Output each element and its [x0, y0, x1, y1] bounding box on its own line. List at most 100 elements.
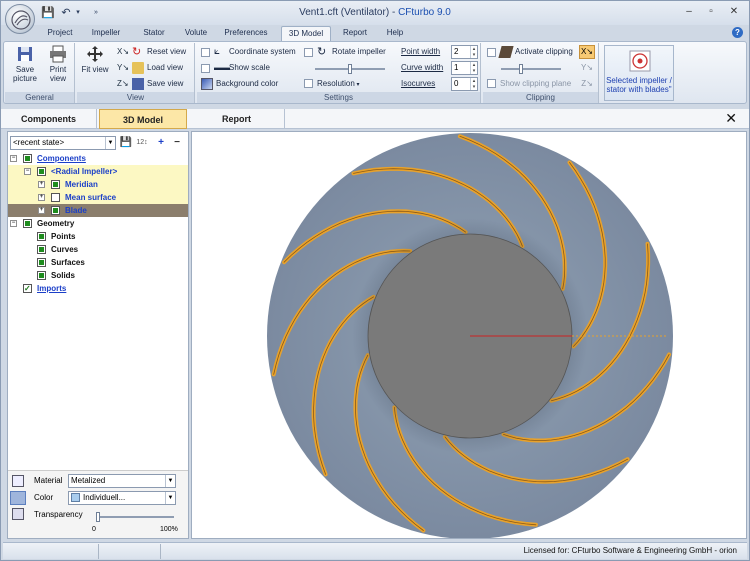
background-color-icon: [201, 78, 213, 90]
ribbon-tabs: Project Impeller Stator Volute Preferenc…: [1, 25, 749, 41]
minimize-button[interactable]: –: [681, 5, 697, 19]
tree-node[interactable]: Imports: [8, 282, 188, 295]
tree-node[interactable]: Curves: [8, 243, 188, 256]
tab-3d-model-view[interactable]: 3D Model: [99, 109, 187, 129]
expand-node-icon[interactable]: +: [38, 207, 45, 214]
tab-3d-model[interactable]: 3D Model: [281, 26, 331, 41]
tree-node-checkbox[interactable]: [37, 245, 46, 254]
resolution-checkbox[interactable]: [304, 79, 313, 89]
tree-node[interactable]: − <Radial Impeller>: [8, 165, 188, 178]
tree-node[interactable]: − Components: [8, 152, 188, 165]
show-scale-checkbox[interactable]: [201, 63, 210, 73]
activate-clipping-checkbox[interactable]: [487, 47, 496, 57]
group-settings: ⟀ Coordinate system ↻ Rotate impeller ▬▬Sh…: [197, 43, 481, 103]
background-color-button[interactable]: Background color: [201, 78, 278, 90]
folder-open-icon: [132, 62, 144, 74]
tree-node-checkbox[interactable]: [37, 167, 46, 176]
color-value: Individuell...: [83, 493, 126, 502]
material-label: Material: [34, 476, 63, 485]
view-tabs: Components 3D Model Report ✕: [1, 109, 749, 129]
tab-help[interactable]: Help: [377, 26, 413, 41]
expand-node-icon[interactable]: +: [38, 194, 45, 201]
show-scale-label: Show scale: [229, 63, 270, 73]
clip-y-axis-icon[interactable]: Y↘: [579, 62, 595, 76]
rotation-slider-knob[interactable]: [348, 64, 352, 74]
curve-width-spinner[interactable]: 1 ▴ ▾: [451, 61, 478, 75]
maximize-button[interactable]: ▫: [703, 5, 719, 19]
collapse-node-icon[interactable]: −: [10, 220, 17, 227]
isocurves-spinner[interactable]: 0 ▴ ▾: [451, 77, 478, 91]
color-select[interactable]: Individuell... ▼: [68, 491, 176, 505]
load-view-button[interactable]: Y↘ Load view: [117, 62, 183, 74]
show-clipping-plane-toggle[interactable]: Show clipping plane: [487, 78, 571, 90]
tree-node-checkbox[interactable]: [37, 232, 46, 241]
collapse-node-icon[interactable]: −: [24, 168, 31, 175]
save-picture-button[interactable]: Save picture: [8, 45, 42, 83]
save-view-button[interactable]: Z↘ Save view: [117, 78, 183, 90]
show-clipping-plane-checkbox[interactable]: [487, 79, 496, 89]
tree-node-checkbox[interactable]: [23, 282, 32, 295]
expand-node-icon[interactable]: +: [38, 181, 45, 188]
selected-component-button[interactable]: Selected impeller / stator with blades": [604, 45, 674, 101]
group-view: Fit view X↘ ↻ Reset view Y↘ Load view Z↘ Sav…: [77, 43, 195, 103]
tree-node[interactable]: Surfaces: [8, 256, 188, 269]
tab-stator[interactable]: Stator: [133, 26, 175, 41]
resolution-dropdown[interactable]: Resolution ▾: [304, 78, 360, 91]
viewport-3d[interactable]: [191, 131, 747, 539]
spinner-arrows-icon[interactable]: ▴ ▾: [470, 78, 477, 90]
tree-node-checkbox[interactable]: [51, 193, 60, 202]
help-icon[interactable]: ?: [732, 27, 743, 38]
point-width-spinner[interactable]: 2 ▴ ▾: [451, 45, 478, 59]
tree-node-checkbox[interactable]: [23, 219, 32, 228]
expand-all-icon[interactable]: +: [154, 136, 168, 150]
coordinate-system-checkbox[interactable]: [201, 47, 210, 57]
tab-report[interactable]: Report: [335, 26, 375, 41]
rotate-impeller-checkbox[interactable]: [304, 47, 313, 57]
rotation-slider[interactable]: [315, 64, 385, 74]
collapse-node-icon[interactable]: −: [10, 155, 17, 162]
reset-view-button[interactable]: X↘ ↻ Reset view: [117, 46, 186, 58]
tab-volute[interactable]: Volute: [175, 26, 217, 41]
tree-node[interactable]: Solids: [8, 269, 188, 282]
spinner-arrows-icon[interactable]: ▴ ▾: [470, 46, 477, 58]
clipping-slider[interactable]: [501, 64, 561, 74]
tree-node[interactable]: + Meridian: [8, 178, 188, 191]
spinner-arrows-icon[interactable]: ▴ ▾: [470, 62, 477, 74]
tree-node-checkbox[interactable]: [37, 258, 46, 267]
tab-report-view[interactable]: Report: [189, 109, 285, 129]
impeller-3d-model[interactable]: [192, 132, 747, 539]
tree-node-checkbox[interactable]: [23, 154, 32, 163]
activate-clipping-toggle[interactable]: Activate clipping: [487, 46, 573, 58]
tab-preferences[interactable]: Preferences: [219, 26, 273, 41]
clip-z-axis-icon[interactable]: Z↘: [579, 78, 595, 92]
tree-node-checkbox[interactable]: [51, 180, 60, 189]
tree-node[interactable]: + Blade: [8, 204, 188, 217]
coordinate-system-toggle[interactable]: ⟀ Coordinate system: [201, 46, 296, 58]
tree-node-checkbox[interactable]: [51, 206, 60, 215]
state-combo[interactable]: <recent state> ▼: [10, 136, 116, 150]
print-view-button[interactable]: Print view: [43, 45, 73, 83]
clipping-slider-knob[interactable]: [519, 64, 523, 74]
material-select[interactable]: Metalized ▼: [68, 474, 176, 488]
tree-node-label: Geometry: [37, 219, 75, 228]
tree-node[interactable]: Points: [8, 230, 188, 243]
transparency-slider-knob[interactable]: [96, 512, 100, 522]
transparency-slider[interactable]: [96, 512, 174, 522]
save-state-icon[interactable]: 💾: [119, 136, 133, 150]
close-view-button[interactable]: ✕: [725, 111, 737, 125]
tab-project[interactable]: Project: [39, 26, 81, 41]
rotate-impeller-toggle[interactable]: ↻ Rotate impeller: [304, 46, 386, 58]
tree-node[interactable]: − Geometry: [8, 217, 188, 230]
resolution-label: Resolution: [317, 79, 355, 88]
sort-numeric-icon[interactable]: 12↕: [135, 136, 149, 150]
clip-x-axis-icon[interactable]: X↘: [579, 45, 595, 59]
tab-impeller[interactable]: Impeller: [85, 26, 127, 41]
tree-node[interactable]: + Mean surface: [8, 191, 188, 204]
show-scale-toggle[interactable]: ▬▬Show scale: [201, 62, 270, 74]
fit-view-button[interactable]: Fit view: [79, 45, 111, 74]
collapse-all-icon[interactable]: −: [170, 136, 184, 150]
close-window-button[interactable]: ✕: [726, 5, 742, 19]
tab-components[interactable]: Components: [1, 109, 97, 129]
app-menu-button[interactable]: [5, 4, 35, 34]
tree-node-checkbox[interactable]: [37, 271, 46, 280]
